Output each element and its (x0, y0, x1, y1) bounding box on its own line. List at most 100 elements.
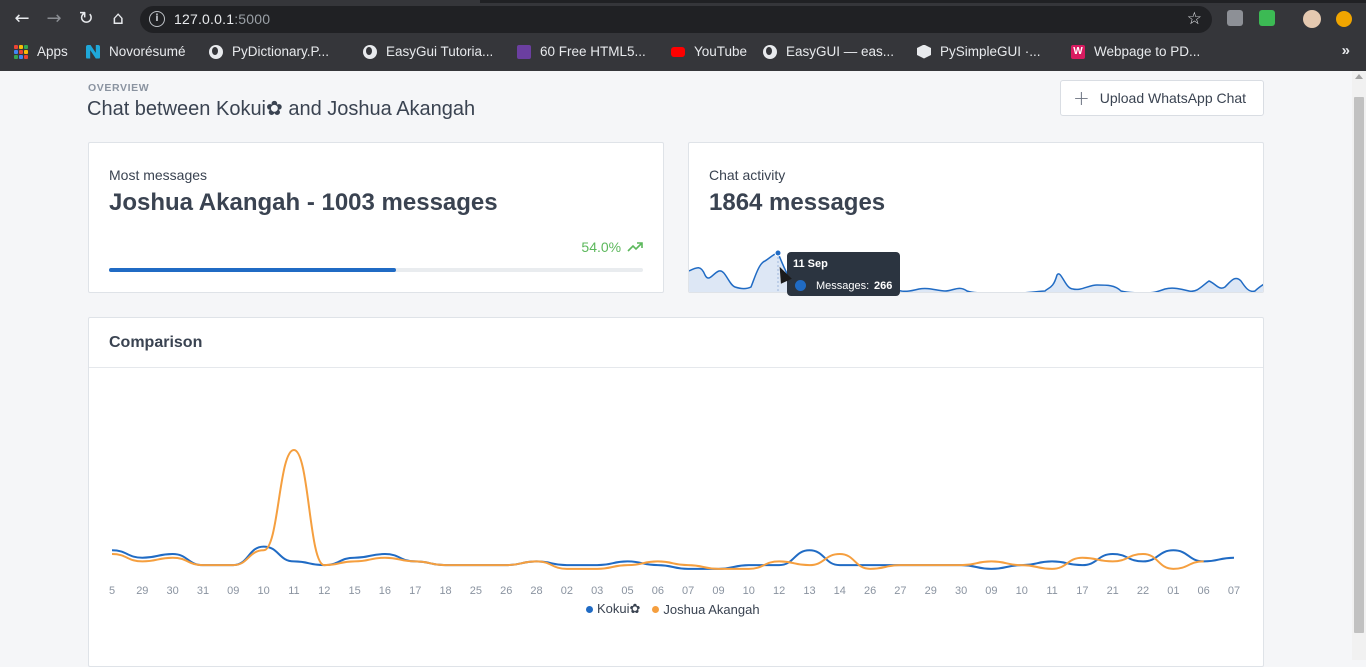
page-title: Chat between Kokui✿ and Joshua Akangah (87, 98, 476, 120)
bookmark-label: 60 Free HTML5... (540, 44, 646, 59)
x-tick-label: 26 (864, 585, 876, 597)
bookmark-label: Novorésumé (109, 44, 186, 59)
update-alert-icon[interactable] (1336, 11, 1352, 27)
download-extension-icon[interactable] (1259, 10, 1275, 26)
x-tick-label: 02 (561, 585, 573, 597)
most-messages-card: Most messages Joshua Akangah - 1003 mess… (88, 142, 664, 293)
x-tick-label: 07 (682, 585, 694, 597)
bookmark-label: EasyGui Tutoria... (386, 44, 494, 59)
comparison-chart: 5 29 30 31 09 10 11 12 15 16 17 18 25 26 28 02 03 05 06 07 0… (109, 448, 1240, 597)
chat-activity-label: Chat activity (709, 167, 786, 183)
comparison-legend: Kokui✿ Joshua Akangah (586, 601, 772, 617)
plus-icon: + (1073, 86, 1090, 110)
url-host: 127.0.0.1 (174, 11, 235, 27)
tab-strip (0, 0, 1366, 3)
most-messages-value: Joshua Akangah - 1003 messages (109, 189, 498, 216)
x-tick-label: 06 (1198, 585, 1210, 597)
x-tick-label: 12 (773, 585, 785, 597)
x-tick-label: 30 (167, 585, 179, 597)
x-tick-label: 15 (348, 585, 360, 597)
percent-value: 54.0% (581, 239, 622, 255)
scrollbar-thumb[interactable] (1354, 97, 1364, 633)
percent-indicator: 54.0% (581, 239, 643, 255)
bookmark-pydictionary[interactable]: PyDictionary.P... (209, 38, 329, 65)
forward-icon[interactable]: → (42, 7, 66, 31)
bookmark-novoresume[interactable]: Novorésumé (86, 38, 186, 65)
site-info-icon[interactable]: i (149, 11, 165, 27)
x-tick-label: 13 (803, 585, 815, 597)
chat-activity-value: 1864 messages (709, 189, 886, 216)
x-tick-label: 25 (470, 585, 482, 597)
x-tick-label: 16 (379, 585, 391, 597)
bookmark-label: YouTube (694, 44, 748, 59)
x-tick-label: 31 (197, 585, 209, 597)
url-text[interactable]: 127.0.0.1:5000 (174, 11, 270, 27)
bookmark-webpage-to-pdf[interactable]: W Webpage to PD... (1071, 38, 1200, 65)
reload-icon[interactable]: ↻ (74, 7, 98, 31)
legend-swatch (652, 605, 660, 613)
bookmark-label: PyDictionary.P... (232, 44, 330, 59)
x-tick-label: 03 (591, 585, 603, 597)
activity-sparkline (689, 249, 1263, 292)
upload-chat-button[interactable]: + Upload WhatsApp Chat (1060, 80, 1264, 116)
bookmark-easygui[interactable]: EasyGUI — eas... (763, 38, 894, 65)
more-bookmarks-icon[interactable]: » (1342, 42, 1350, 59)
bookmark-easygui-tutorial[interactable]: EasyGui Tutoria... (363, 38, 493, 65)
w-logo-icon: W (1071, 44, 1085, 59)
bookmark-free-html5[interactable]: 60 Free HTML5... (517, 38, 646, 65)
tooltip-label: Messages: (816, 280, 870, 292)
x-tick-label: 26 (500, 585, 512, 597)
legend-item-joshua[interactable]: Joshua Akangah (652, 602, 760, 617)
x-tick-label: 17 (1076, 585, 1088, 597)
x-tick-label: 01 (1167, 585, 1179, 597)
upload-label: Upload WhatsApp Chat (1099, 90, 1247, 106)
x-tick-label: 29 (136, 585, 148, 597)
globe-icon (209, 44, 223, 59)
x-tick-label: 11 (1046, 585, 1057, 597)
hexagon-icon (917, 44, 931, 59)
scroll-up-icon[interactable] (1355, 74, 1363, 79)
x-tick-label: 10 (743, 585, 755, 597)
trending-up-icon (627, 242, 643, 252)
page-scrollbar[interactable] (1352, 71, 1366, 660)
x-tick-label: 10 (257, 585, 269, 597)
extension-icon[interactable] (1227, 10, 1243, 26)
x-tick-label: 06 (652, 585, 664, 597)
apps-grid-icon (14, 44, 28, 59)
active-tab[interactable] (0, 0, 480, 3)
globe-icon (363, 44, 377, 59)
x-tick-label: 09 (985, 585, 997, 597)
browser-toolbar: ← → ↻ ⌂ i 127.0.0.1:5000 ☆ Apps Novorésu… (0, 0, 1366, 71)
bookmark-star-icon[interactable]: ☆ (1187, 9, 1202, 29)
bookmark-apps[interactable]: Apps (14, 38, 68, 65)
x-tick-label: 12 (318, 585, 330, 597)
x-tick-label: 05 (621, 585, 633, 597)
x-tick-label: 09 (227, 585, 239, 597)
x-tick-label: 18 (439, 585, 451, 597)
activity-tooltip: 11 Sep Messages: 266 (787, 252, 900, 296)
legend-label: Kokui✿ (597, 601, 641, 616)
back-icon[interactable]: ← (10, 7, 34, 31)
legend-item-kokui[interactable]: Kokui✿ (586, 601, 640, 617)
x-tick-label: 28 (530, 585, 542, 597)
globe-icon (763, 44, 777, 59)
novoresume-icon (86, 44, 100, 59)
x-tick-label: 07 (1228, 585, 1240, 597)
bookmark-youtube[interactable]: YouTube (671, 38, 747, 65)
home-icon[interactable]: ⌂ (106, 7, 130, 31)
bookmark-label: Webpage to PD... (1094, 44, 1201, 59)
x-tick-label: 10 (1016, 585, 1028, 597)
x-tick-label: 29 (925, 585, 937, 597)
bookmark-pysimplegui[interactable]: PySimpleGUI ·... (917, 38, 1041, 65)
x-tick-label: 17 (409, 585, 421, 597)
x-tick-label: 14 (834, 585, 846, 597)
share-progress-fill (109, 268, 397, 272)
profile-avatar[interactable] (1303, 10, 1321, 28)
tooltip-value: 266 (874, 280, 893, 292)
x-tick-label: 11 (288, 585, 299, 597)
address-bar[interactable]: i 127.0.0.1:5000 ☆ (140, 6, 1212, 33)
page-overline: OVERVIEW (88, 82, 150, 94)
youtube-icon (671, 46, 685, 57)
legend-swatch (586, 605, 593, 613)
tooltip-series-dot (795, 280, 806, 291)
